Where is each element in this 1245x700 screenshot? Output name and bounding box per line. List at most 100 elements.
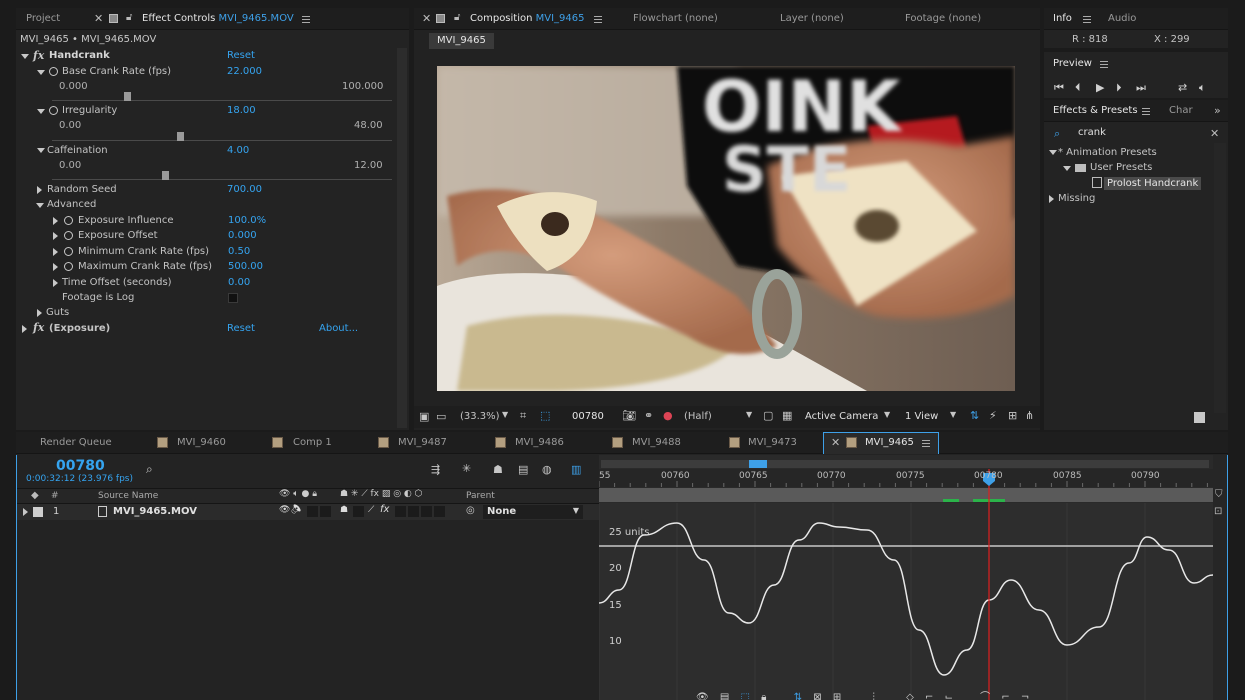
tab-audio[interactable]: Audio	[1108, 8, 1136, 30]
view-dropdown-icon[interactable]: ▼	[950, 410, 956, 419]
auto-bezier-icon[interactable]: ⌙	[945, 692, 953, 700]
stopwatch-icon[interactable]	[64, 231, 73, 240]
tab-composition[interactable]: Composition MVI_9465	[470, 8, 585, 30]
loop-icon[interactable]: ⇄	[1178, 81, 1187, 94]
param-value[interactable]: 22.000	[227, 66, 262, 77]
transparency-grid-icon[interactable]: ▦	[782, 409, 792, 422]
fx-icon[interactable]: fx	[33, 321, 44, 334]
slider-knob[interactable]	[162, 171, 170, 180]
expand-guts-icon[interactable]	[37, 309, 42, 317]
end-marker-icon[interactable]: ⛉	[1215, 489, 1223, 500]
frame-blend-toggle[interactable]	[395, 506, 406, 517]
graph-editor[interactable]: 25 units 20 15 10 55 00760 00765 00770 0…	[599, 455, 1213, 700]
color-channels-icon[interactable]: ●	[663, 409, 673, 422]
previous-frame-icon[interactable]: ⏴	[1075, 81, 1081, 95]
camera-icon[interactable]: 📷︎	[622, 409, 636, 422]
effect-panel-scrollbar[interactable]	[397, 48, 407, 428]
fx-icon[interactable]: fx	[33, 49, 44, 62]
close-icon[interactable]: ✕	[422, 12, 431, 25]
stopwatch-icon[interactable]	[64, 247, 73, 256]
play-icon[interactable]: ▶	[1096, 81, 1104, 94]
tab-layer[interactable]: Layer (none)	[780, 8, 844, 30]
timeline-icon[interactable]: ⊞	[1008, 409, 1017, 422]
toggle-pixel-icon[interactable]: ⇅	[970, 409, 979, 422]
next-frame-icon[interactable]: ⏵	[1116, 81, 1122, 95]
expand-param-icon[interactable]	[53, 263, 58, 271]
param-value[interactable]: 18.00	[227, 105, 256, 116]
stopwatch-icon[interactable]	[49, 106, 58, 115]
expand-missing-icon[interactable]	[1049, 195, 1054, 203]
layer-name[interactable]: MVI_9465.MOV	[113, 506, 197, 517]
timeline-search-icon[interactable]: ⌕	[146, 462, 153, 477]
tab-effects-presets[interactable]: Effects & Presets	[1053, 100, 1138, 122]
user-presets-folder[interactable]: User Presets	[1090, 162, 1152, 173]
fast-preview-icon[interactable]: ⚡︎	[989, 409, 997, 422]
panel-menu-icon[interactable]	[1100, 61, 1108, 68]
expand-param-icon[interactable]	[37, 109, 45, 114]
expand-handcrank-icon[interactable]	[21, 54, 29, 59]
fit-all-icon[interactable]: ⊞	[833, 692, 841, 700]
expand-random-seed-icon[interactable]	[37, 186, 42, 194]
close-icon[interactable]: ✕	[831, 436, 840, 449]
ease-out-icon[interactable]: ¬	[1021, 692, 1029, 700]
resolution-dropdown-icon[interactable]: ▼	[746, 410, 752, 419]
camera-dropdown-icon[interactable]: ▼	[884, 410, 890, 419]
graph-snap-icon[interactable]: ⊡	[1214, 506, 1222, 517]
panel-menu-icon[interactable]	[922, 440, 930, 447]
audio-icon[interactable]: 🔈︎	[1199, 81, 1206, 95]
slider-track[interactable]	[52, 140, 392, 141]
clear-search-icon[interactable]: ✕	[1210, 127, 1219, 140]
auto-zoom-icon[interactable]: ⇅	[794, 692, 802, 700]
animation-presets-folder[interactable]: * Animation Presets	[1058, 147, 1157, 158]
show-properties-icon[interactable]: 👁︎	[696, 692, 709, 700]
slider-track[interactable]	[52, 100, 392, 101]
current-frame[interactable]: 00780	[56, 458, 105, 474]
safe-margins-icon[interactable]: ⌗	[520, 409, 526, 423]
adjustment-toggle[interactable]	[421, 506, 432, 517]
parent-dropdown[interactable]: None ▼	[483, 505, 583, 519]
stopwatch-icon[interactable]	[49, 67, 58, 76]
tab-effect-controls[interactable]: Effect Controls MVI_9465.MOV	[142, 8, 294, 30]
quality-toggle-icon[interactable]: ⟋	[368, 505, 374, 515]
tab-comp[interactable]: MVI_9486	[515, 432, 564, 454]
solo-toggle[interactable]	[307, 506, 318, 517]
collapse-toggle[interactable]	[353, 506, 364, 517]
tab-comp[interactable]: MVI_9460	[177, 432, 226, 454]
viewer-timecode[interactable]: 00780	[572, 411, 604, 422]
tab-comp-active[interactable]: MVI_9465	[865, 432, 914, 454]
threed-toggle[interactable]	[434, 506, 445, 517]
search-input[interactable]: crank	[1078, 127, 1106, 138]
param-value[interactable]: 4.00	[227, 145, 249, 156]
tab-comp[interactable]: Comp 1	[293, 432, 332, 454]
advanced-param-value[interactable]: 0.000	[228, 230, 257, 241]
tab-project[interactable]: Project	[26, 8, 60, 30]
motion-blur-icon[interactable]: ◍	[542, 463, 552, 476]
lock-toggle[interactable]	[320, 506, 331, 517]
video-visible-icon[interactable]: 👁︎🔈︎	[279, 505, 302, 515]
more-tabs-icon[interactable]: »	[1214, 104, 1221, 117]
motion-blur-toggle[interactable]	[408, 506, 419, 517]
advanced-param-value[interactable]: 0.00	[228, 277, 250, 288]
expand-animation-presets-icon[interactable]	[1049, 150, 1057, 155]
camera-view[interactable]: Active Camera	[805, 411, 878, 422]
tab-flowchart[interactable]: Flowchart (none)	[633, 8, 718, 30]
tab-character[interactable]: Char	[1169, 100, 1193, 122]
close-icon[interactable]: ✕	[94, 12, 103, 25]
expand-user-presets-icon[interactable]	[1063, 166, 1071, 171]
draft-3d-icon[interactable]: ✳	[462, 462, 471, 475]
missing-folder[interactable]: Missing	[1058, 193, 1095, 204]
expand-layer-icon[interactable]	[23, 508, 28, 516]
advanced-param-value[interactable]: 500.00	[228, 261, 263, 272]
zoom-dropdown-icon[interactable]: ▼	[502, 410, 508, 419]
last-frame-icon[interactable]: ⏭	[1136, 81, 1146, 95]
graph-type-icon[interactable]: ▤	[720, 692, 729, 700]
expand-param-icon[interactable]	[53, 232, 58, 240]
new-preset-icon[interactable]	[1194, 412, 1205, 423]
stopwatch-icon[interactable]	[64, 216, 73, 225]
region-of-interest-icon[interactable]: ▢	[763, 409, 773, 422]
comp-mini-flowchart-icon[interactable]: ⇶	[431, 463, 440, 476]
tab-comp[interactable]: MVI_9473	[748, 432, 797, 454]
viewer-image[interactable]: OINK STE	[437, 66, 1015, 391]
advanced-param-value[interactable]: 0.50	[228, 246, 250, 257]
fit-selection-icon[interactable]: ⊠	[813, 692, 821, 700]
